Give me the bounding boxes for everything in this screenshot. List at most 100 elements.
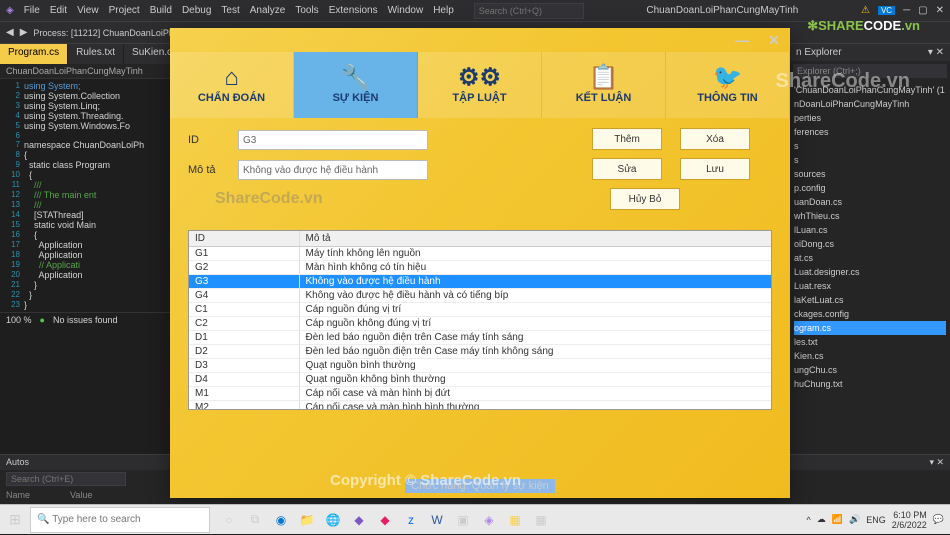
tray-cloud-icon[interactable]: ☁ bbox=[817, 514, 826, 525]
table-row[interactable]: G2Màn hình không có tín hiệu bbox=[189, 261, 771, 275]
app-icon-1[interactable]: ◆ bbox=[348, 509, 370, 531]
table-row[interactable]: D1Đèn led báo nguồn điện trên Case máy t… bbox=[189, 331, 771, 345]
word-icon[interactable]: W bbox=[426, 509, 448, 531]
tab-program[interactable]: Program.cs bbox=[0, 44, 68, 64]
nav-ket-luan[interactable]: 📋KẾT LUẬN bbox=[542, 52, 666, 118]
nav-tap-luat[interactable]: ⚙⚙TẬP LUẬT bbox=[418, 52, 542, 118]
autos-search[interactable] bbox=[6, 472, 126, 486]
app-icon-3[interactable]: ▣ bbox=[452, 509, 474, 531]
sol-node[interactable]: Luat.designer.cs bbox=[794, 265, 946, 279]
menu-help[interactable]: Help bbox=[433, 5, 454, 16]
desc-input[interactable] bbox=[238, 160, 428, 180]
table-row[interactable]: G3Không vào được hệ điều hành bbox=[189, 275, 771, 289]
tray-volume-icon[interactable]: 🔊 bbox=[849, 514, 860, 525]
menu-window[interactable]: Window bbox=[388, 5, 424, 16]
sol-node[interactable]: sources bbox=[794, 167, 946, 181]
taskbar-search[interactable]: 🔍 Type here to search bbox=[30, 507, 210, 533]
table-row[interactable]: M2Cáp nối case và màn hình bình thường bbox=[189, 401, 771, 411]
start-button[interactable]: ⊞ bbox=[0, 505, 30, 535]
sol-node[interactable]: s bbox=[794, 139, 946, 153]
sol-node[interactable]: lLuan.cs bbox=[794, 223, 946, 237]
app-icon-2[interactable]: ◆ bbox=[374, 509, 396, 531]
taskview-icon[interactable]: ⧉ bbox=[244, 509, 266, 531]
app-icon-5[interactable]: ▦ bbox=[530, 509, 552, 531]
tray-lang[interactable]: ENG bbox=[866, 515, 886, 525]
chrome-icon[interactable]: 🌐 bbox=[322, 509, 344, 531]
sol-node[interactable]: les.txt bbox=[794, 335, 946, 349]
tab-sukien[interactable]: SuKien.cs bbox=[124, 44, 170, 64]
add-button[interactable]: Thêm bbox=[592, 128, 662, 150]
menu-test[interactable]: Test bbox=[221, 5, 239, 16]
menu-debug[interactable]: Debug bbox=[182, 5, 211, 16]
menu-edit[interactable]: Edit bbox=[50, 5, 67, 16]
edit-button[interactable]: Sửa bbox=[592, 158, 662, 180]
sol-node[interactable]: ferences bbox=[794, 125, 946, 139]
table-row[interactable]: D4Quạt nguồn không bình thường bbox=[189, 373, 771, 387]
table-row[interactable]: G1Máy tính không lên nguồn bbox=[189, 247, 771, 261]
code-area[interactable]: 1using System;2using System.Collection3u… bbox=[0, 79, 170, 312]
solution-tree[interactable]: 'ChuanDoanLoiPhanCungMayTinh' (1 of 1 pr… bbox=[790, 81, 950, 393]
menu-extensions[interactable]: Extensions bbox=[329, 5, 378, 16]
menu-tools[interactable]: Tools bbox=[295, 5, 318, 16]
warning-icon[interactable]: ⚠ bbox=[861, 5, 870, 16]
sol-node[interactable]: ogram.cs bbox=[794, 321, 946, 335]
sol-node[interactable]: s bbox=[794, 153, 946, 167]
notifications-icon[interactable]: 💬 bbox=[933, 514, 944, 525]
sol-node[interactable]: uanDoan.cs bbox=[794, 195, 946, 209]
sol-node[interactable]: huChung.txt bbox=[794, 377, 946, 391]
maximize-icon[interactable]: ▢ bbox=[918, 5, 927, 16]
cortana-icon[interactable]: ○ bbox=[218, 509, 240, 531]
sol-node[interactable]: Luat.resx bbox=[794, 279, 946, 293]
forward-icon[interactable]: ▶ bbox=[20, 27, 28, 38]
menu-build[interactable]: Build bbox=[150, 5, 172, 16]
sol-node[interactable]: at.cs bbox=[794, 251, 946, 265]
taskbar-clock[interactable]: 6:10 PM 2/6/2022 bbox=[892, 510, 927, 530]
tab-rules[interactable]: Rules.txt bbox=[68, 44, 124, 64]
nav-su-kien[interactable]: 🔧SỰ KIỆN bbox=[294, 52, 418, 118]
table-row[interactable]: M1Cáp nối case và màn hình bị đứt bbox=[189, 387, 771, 401]
explorer-icon[interactable]: 📁 bbox=[296, 509, 318, 531]
vs-icon[interactable]: ◈ bbox=[478, 509, 500, 531]
sol-node[interactable]: oiDong.cs bbox=[794, 237, 946, 251]
sol-node[interactable]: 'ChuanDoanLoiPhanCungMayTinh' (1 of 1 pr… bbox=[794, 83, 946, 97]
sol-node[interactable]: whThieu.cs bbox=[794, 209, 946, 223]
sol-pin-icon[interactable]: ▾ ✕ bbox=[928, 47, 944, 58]
table-row[interactable]: D2Đèn led báo nguồn điện trên Case máy t… bbox=[189, 345, 771, 359]
sol-node[interactable]: Kien.cs bbox=[794, 349, 946, 363]
grid-header-desc[interactable]: Mô tả bbox=[299, 231, 771, 247]
sol-node[interactable]: ungChu.cs bbox=[794, 363, 946, 377]
grid-header-id[interactable]: ID bbox=[189, 231, 299, 247]
menu-project[interactable]: Project bbox=[109, 5, 140, 16]
cancel-button[interactable]: Hủy Bỏ bbox=[610, 188, 680, 210]
nav-chan-doan[interactable]: ⌂CHẨN ĐOÁN bbox=[170, 52, 294, 118]
sol-node[interactable]: laKetLuat.cs bbox=[794, 293, 946, 307]
menu-file[interactable]: File bbox=[24, 5, 40, 16]
sol-node[interactable]: ckages.config bbox=[794, 307, 946, 321]
table-row[interactable]: G4Không vào được hệ điều hành và có tiến… bbox=[189, 289, 771, 303]
app-icon-4[interactable]: ▦ bbox=[504, 509, 526, 531]
nav-thong-tin[interactable]: 🐦THÔNG TIN bbox=[666, 52, 790, 118]
menu-analyze[interactable]: Analyze bbox=[250, 5, 286, 16]
table-row[interactable]: C2Cáp nguồn không đúng vị trí bbox=[189, 317, 771, 331]
minimize-icon[interactable]: ─ bbox=[903, 5, 910, 16]
autos-pin-icon[interactable]: ▾ ✕ bbox=[929, 457, 944, 468]
app-close-button[interactable]: ✕ bbox=[764, 32, 784, 49]
id-input[interactable] bbox=[238, 130, 428, 150]
table-row[interactable]: C1Cáp nguồn đúng vị trí bbox=[189, 303, 771, 317]
tray-wifi-icon[interactable]: 📶 bbox=[832, 514, 843, 525]
sol-node[interactable]: p.config bbox=[794, 181, 946, 195]
close-icon[interactable]: ✕ bbox=[936, 5, 944, 16]
menu-view[interactable]: View bbox=[77, 5, 99, 16]
delete-button[interactable]: Xóa bbox=[680, 128, 750, 150]
back-icon[interactable]: ◀ bbox=[6, 27, 14, 38]
sol-node[interactable]: nDoanLoiPhanCungMayTinh bbox=[794, 97, 946, 111]
vs-search-input[interactable] bbox=[474, 3, 584, 19]
table-row[interactable]: D3Quạt nguồn bình thường bbox=[189, 359, 771, 373]
save-button[interactable]: Lưu bbox=[680, 158, 750, 180]
data-grid[interactable]: ID Mô tả G1Máy tính không lên nguồnG2Màn… bbox=[188, 230, 772, 410]
tray-chevron-icon[interactable]: ^ bbox=[807, 515, 811, 525]
sol-node[interactable]: perties bbox=[794, 111, 946, 125]
app-minimize-button[interactable]: — bbox=[732, 32, 752, 48]
sol-search[interactable]: Explorer (Ctrl+;) bbox=[793, 64, 947, 78]
edge-icon[interactable]: ◉ bbox=[270, 509, 292, 531]
